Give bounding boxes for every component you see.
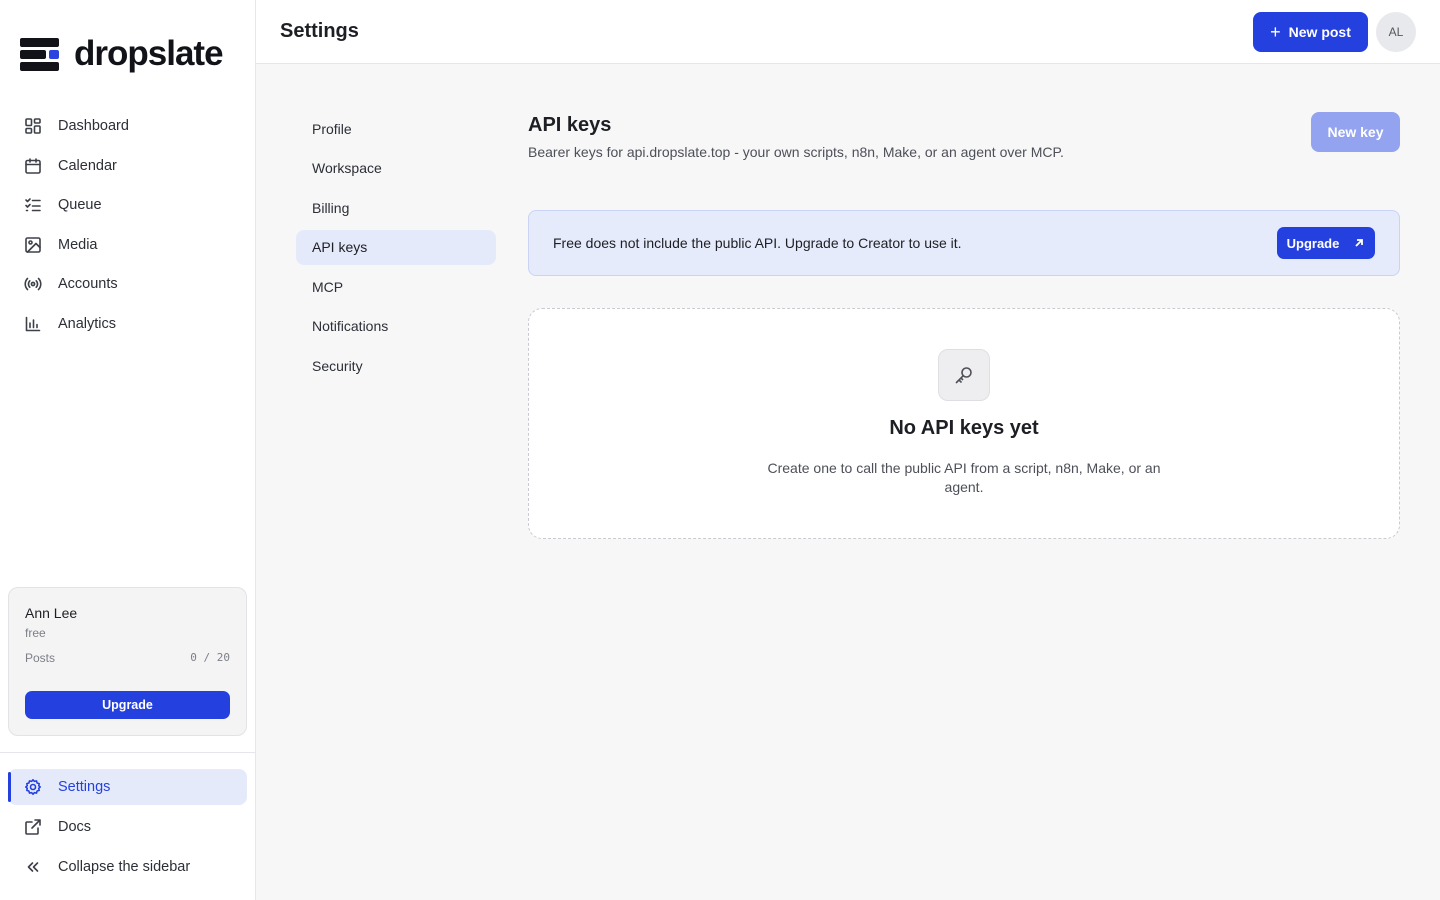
chevrons-left-icon xyxy=(24,858,42,876)
page-title: Settings xyxy=(280,20,359,42)
sidebar-item-label: Analytics xyxy=(58,315,117,332)
new-post-button[interactable]: + New post xyxy=(1253,12,1368,52)
plan-card: Ann Lee free Posts 0 / 20 Upgrade xyxy=(8,587,247,736)
calendar-icon xyxy=(24,157,42,175)
sidebar-item-label: Queue xyxy=(58,197,102,213)
usage-row: Posts 0 / 20 xyxy=(25,651,230,665)
sidebar-item-label: Media xyxy=(58,236,98,253)
sidebar-item-label: Collapse the sidebar xyxy=(58,859,191,875)
top-header: Settings + New post AL xyxy=(256,0,1440,64)
banner-upgrade-button[interactable]: Upgrade xyxy=(1277,227,1375,259)
key-icon xyxy=(938,349,990,401)
section-title: API keys xyxy=(528,114,612,136)
settings-nav: Profile Workspace Billing API keys MCP N… xyxy=(296,111,496,388)
avatar[interactable]: AL xyxy=(1376,12,1416,52)
settings-tab-profile[interactable]: Profile xyxy=(296,111,496,146)
new-key-button[interactable]: New key xyxy=(1311,112,1400,152)
plus-icon: + xyxy=(1270,22,1281,42)
sidebar-item-label: Settings xyxy=(58,779,111,795)
sidebar-item-label: Docs xyxy=(58,819,92,835)
empty-state-description: Create one to call the public API from a… xyxy=(767,460,1161,495)
bottom-nav: Settings Docs Collapse the sidebar xyxy=(8,769,247,889)
empty-state: No API keys yet Create one to call the p… xyxy=(528,308,1400,539)
sidebar-item-settings[interactable]: Settings xyxy=(8,769,247,805)
sidebar-item-dashboard[interactable]: Dashboard xyxy=(8,108,247,144)
usage-label: Posts xyxy=(25,651,56,665)
image-icon xyxy=(24,236,42,254)
sidebar-item-label: Accounts xyxy=(58,276,118,292)
settings-tab-billing[interactable]: Billing xyxy=(296,190,496,225)
sidebar-divider xyxy=(0,752,256,753)
main-nav: Dashboard Calendar Queue Media Accounts xyxy=(8,108,247,345)
gear-icon xyxy=(24,778,42,796)
brand-logo[interactable]: dropslate xyxy=(20,34,224,73)
arrow-up-right-icon xyxy=(1355,239,1364,247)
settings-tab-api-keys[interactable]: API keys xyxy=(296,229,496,265)
queue-icon xyxy=(24,196,42,214)
upgrade-banner: Free does not include the public API. Up… xyxy=(528,210,1400,276)
settings-content: Profile Workspace Billing API keys MCP N… xyxy=(256,64,1440,900)
dashboard-icon xyxy=(24,117,42,135)
sidebar-item-analytics[interactable]: Analytics xyxy=(8,306,247,342)
plan-tier: free xyxy=(25,626,46,640)
sidebar: dropslate Dashboard Calendar Queue Media xyxy=(0,0,256,900)
new-post-label: New post xyxy=(1288,24,1351,40)
sidebar-upgrade-button[interactable]: Upgrade xyxy=(25,691,230,719)
sidebar-item-label: Dashboard xyxy=(58,118,129,134)
settings-tab-mcp[interactable]: MCP xyxy=(296,269,496,304)
sidebar-item-docs[interactable]: Docs xyxy=(8,809,247,845)
sidebar-item-calendar[interactable]: Calendar xyxy=(8,148,247,184)
sidebar-item-label: Calendar xyxy=(58,157,117,174)
user-name: Ann Lee xyxy=(25,605,78,621)
settings-tab-security[interactable]: Security xyxy=(296,348,496,383)
section-subtitle: Bearer keys for api.dropslate.top - your… xyxy=(528,144,1064,160)
sidebar-item-queue[interactable]: Queue xyxy=(8,187,247,223)
banner-upgrade-label: Upgrade xyxy=(1286,235,1340,251)
brand-name: dropslate xyxy=(74,34,224,73)
sidebar-item-accounts[interactable]: Accounts xyxy=(8,266,247,302)
broadcast-icon xyxy=(24,275,42,293)
usage-value: 0 / 20 xyxy=(190,651,230,664)
collapse-sidebar-button[interactable]: Collapse the sidebar xyxy=(8,849,247,885)
sidebar-item-media[interactable]: Media xyxy=(8,227,247,263)
external-link-icon xyxy=(24,818,42,836)
settings-tab-workspace[interactable]: Workspace xyxy=(296,151,496,186)
bar-chart-icon xyxy=(24,315,42,333)
empty-state-title: No API keys yet xyxy=(889,417,1039,439)
settings-tab-notifications[interactable]: Notifications xyxy=(296,309,496,344)
banner-text: Free does not include the public API. Up… xyxy=(553,235,962,251)
logo-mark-icon xyxy=(20,36,59,72)
